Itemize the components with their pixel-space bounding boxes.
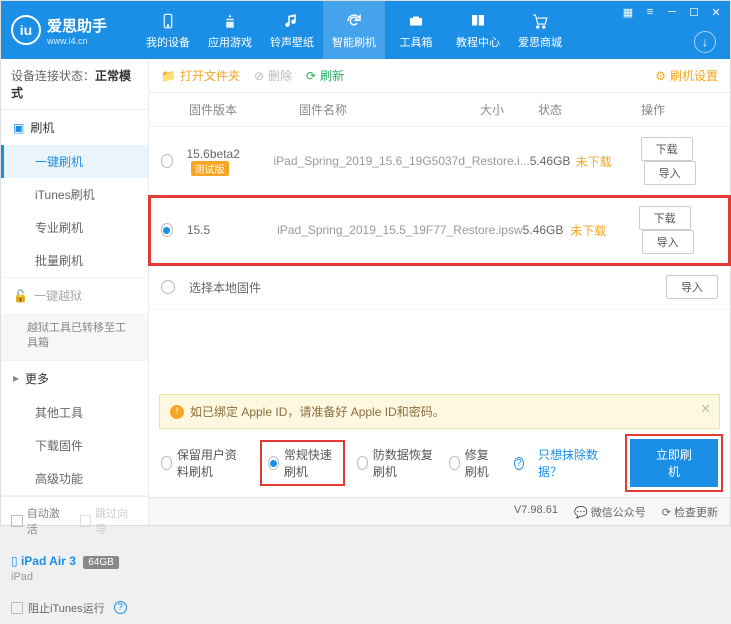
refresh-button[interactable]: ⟳刷新 [306, 67, 344, 84]
skin-icon[interactable]: ≡ [642, 5, 658, 19]
device-icon: ▯ [11, 554, 18, 568]
check-update-link[interactable]: ⟳ 检查更新 [662, 504, 718, 520]
minimize-button[interactable]: ─ [664, 5, 680, 19]
version-label: V7.98.61 [514, 504, 558, 520]
book-icon [468, 11, 488, 31]
wechat-icon: 💬 [574, 507, 588, 519]
sidebar-group-flash[interactable]: ▣ 刷机 [1, 110, 148, 145]
table-row-local[interactable]: 选择本地固件 导入 [149, 265, 730, 310]
erase-only-link[interactable]: 只想抹除数据？ [538, 446, 602, 480]
menu-icon[interactable]: ▦ [620, 5, 636, 19]
col-state: 状态 [538, 101, 588, 118]
device-name: iPad Air 3 [21, 554, 76, 568]
import-button[interactable]: 导入 [644, 161, 696, 185]
appleid-notice: ! 如已绑定 Apple ID，请准备好 Apple ID和密码。 ✕ [159, 394, 720, 429]
sidebar-item-itunes-flash[interactable]: iTunes刷机 [1, 178, 148, 211]
music-icon [282, 11, 302, 31]
col-version: 固件版本 [189, 101, 299, 118]
main-panel: 📁打开文件夹 ⊘删除 ⟳刷新 ⚙刷机设置 固件版本 固件名称 大小 状态 操作 [149, 59, 730, 525]
nav-flash[interactable]: 智能刷机 [323, 1, 385, 59]
status-bar: V7.98.61 💬 微信公众号 ⟳ 检查更新 [149, 497, 730, 525]
close-button[interactable]: ✕ [708, 5, 724, 19]
toolbar: 📁打开文件夹 ⊘删除 ⟳刷新 ⚙刷机设置 [149, 59, 730, 93]
wechat-link[interactable]: 💬 微信公众号 [574, 504, 646, 520]
jailbreak-note: 越狱工具已转移至工具箱 [1, 313, 148, 360]
maximize-button[interactable]: ☐ [686, 5, 702, 19]
update-icon: ⟳ [662, 507, 671, 519]
import-button[interactable]: 导入 [642, 230, 694, 254]
logo-icon: iu [11, 15, 41, 45]
delete-button[interactable]: ⊘删除 [254, 67, 292, 84]
toolbox-icon [406, 11, 426, 31]
beta-tag: 测试版 [191, 161, 229, 176]
flash-now-button[interactable]: 立即刷机 [630, 439, 718, 487]
opt-quick-flash[interactable]: 常规快速刷机 [262, 442, 343, 484]
help-icon[interactable]: ? [114, 601, 127, 614]
sidebar-item-batch-flash[interactable]: 批量刷机 [1, 244, 148, 277]
col-name: 固件名称 [299, 101, 480, 118]
info-icon[interactable]: ? [514, 457, 524, 470]
nav-apps[interactable]: 应用游戏 [199, 1, 261, 59]
opt-anti-recover[interactable]: 防数据恢复刷机 [357, 446, 435, 480]
nav-my-device[interactable]: 我的设备 [137, 1, 199, 59]
sidebar-item-download-firmware[interactable]: 下载固件 [1, 429, 148, 462]
auto-activate-checkbox[interactable]: 自动激活 [11, 505, 70, 537]
device-info: ▯ iPad Air 3 64GB iPad [1, 545, 148, 591]
download-button[interactable]: 下载 [639, 206, 691, 230]
cart-icon [530, 11, 550, 31]
gear-icon: ⚙ [655, 69, 666, 83]
lock-icon: 🔓 [13, 289, 28, 303]
sidebar-item-oneclick-flash[interactable]: 一键刷机 [1, 145, 148, 178]
flash-options: 保留用户资料刷机 常规快速刷机 防数据恢复刷机 修复刷机 ? 只想抹除数据？ 立… [149, 429, 730, 497]
sidebar-group-more[interactable]: ▸ 更多 [1, 361, 148, 396]
delete-icon: ⊘ [254, 69, 264, 83]
table-header: 固件版本 固件名称 大小 状态 操作 [149, 93, 730, 127]
sidebar: 设备连接状态：正常模式 ▣ 刷机 一键刷机 iTunes刷机 专业刷机 批量刷机… [1, 59, 149, 525]
close-icon[interactable]: ✕ [700, 401, 711, 417]
import-button[interactable]: 导入 [666, 275, 718, 299]
storage-badge: 64GB [83, 556, 119, 569]
app-url: www.i4.cn [47, 36, 107, 46]
folder-icon: 📁 [161, 69, 176, 83]
opt-keep-data[interactable]: 保留用户资料刷机 [161, 446, 248, 480]
col-size: 大小 [480, 101, 538, 118]
row-radio[interactable] [161, 280, 175, 294]
more-icon: ▸ [13, 371, 19, 385]
open-folder-button[interactable]: 📁打开文件夹 [161, 67, 240, 84]
block-itunes-checkbox[interactable]: 阻止iTunes运行 [11, 600, 105, 616]
nav-ringtone[interactable]: 铃声壁纸 [261, 1, 323, 59]
row-radio[interactable] [161, 223, 173, 237]
connection-status: 设备连接状态：正常模式 [1, 59, 148, 110]
download-button[interactable]: 下载 [641, 137, 693, 161]
download-manager-icon[interactable]: ↓ [694, 31, 716, 53]
device-icon [158, 11, 178, 31]
sidebar-group-jailbreak[interactable]: 🔓 一键越狱 [1, 278, 148, 313]
refresh-icon [344, 11, 364, 31]
nav-toolbox[interactable]: 工具箱 [385, 1, 447, 59]
table-row[interactable]: 15.5 iPad_Spring_2019_15.5_19F77_Restore… [149, 196, 730, 265]
device-model: iPad [11, 571, 138, 583]
skip-guide-checkbox[interactable]: 跳过向导 [80, 505, 139, 537]
sidebar-item-advanced[interactable]: 高级功能 [1, 462, 148, 495]
nav-store[interactable]: 爱思商城 [509, 1, 571, 59]
refresh-icon: ⟳ [306, 69, 316, 83]
app-name: 爱思助手 [47, 15, 107, 36]
table-row[interactable]: 15.6beta2测试版 iPad_Spring_2019_15.6_19G50… [149, 127, 730, 196]
sidebar-item-other-tools[interactable]: 其他工具 [1, 396, 148, 429]
sidebar-options: 自动激活 跳过向导 [1, 496, 148, 545]
warning-icon: ! [170, 405, 184, 419]
window-controls: ▦ ≡ ─ ☐ ✕ [620, 5, 724, 19]
sidebar-item-pro-flash[interactable]: 专业刷机 [1, 211, 148, 244]
apps-icon [220, 11, 240, 31]
titlebar: iu 爱思助手 www.i4.cn 我的设备 应用游戏 铃声壁纸 智能刷机 [1, 1, 730, 59]
flash-settings-button[interactable]: ⚙刷机设置 [655, 67, 718, 84]
top-nav: 我的设备 应用游戏 铃声壁纸 智能刷机 工具箱 教程中心 [137, 1, 571, 59]
flash-icon: ▣ [13, 121, 24, 135]
app-logo: iu 爱思助手 www.i4.cn [11, 15, 107, 46]
nav-tutorial[interactable]: 教程中心 [447, 1, 509, 59]
row-radio[interactable] [161, 154, 173, 168]
opt-repair-flash[interactable]: 修复刷机 [449, 446, 500, 480]
col-ops: 操作 [588, 101, 718, 118]
